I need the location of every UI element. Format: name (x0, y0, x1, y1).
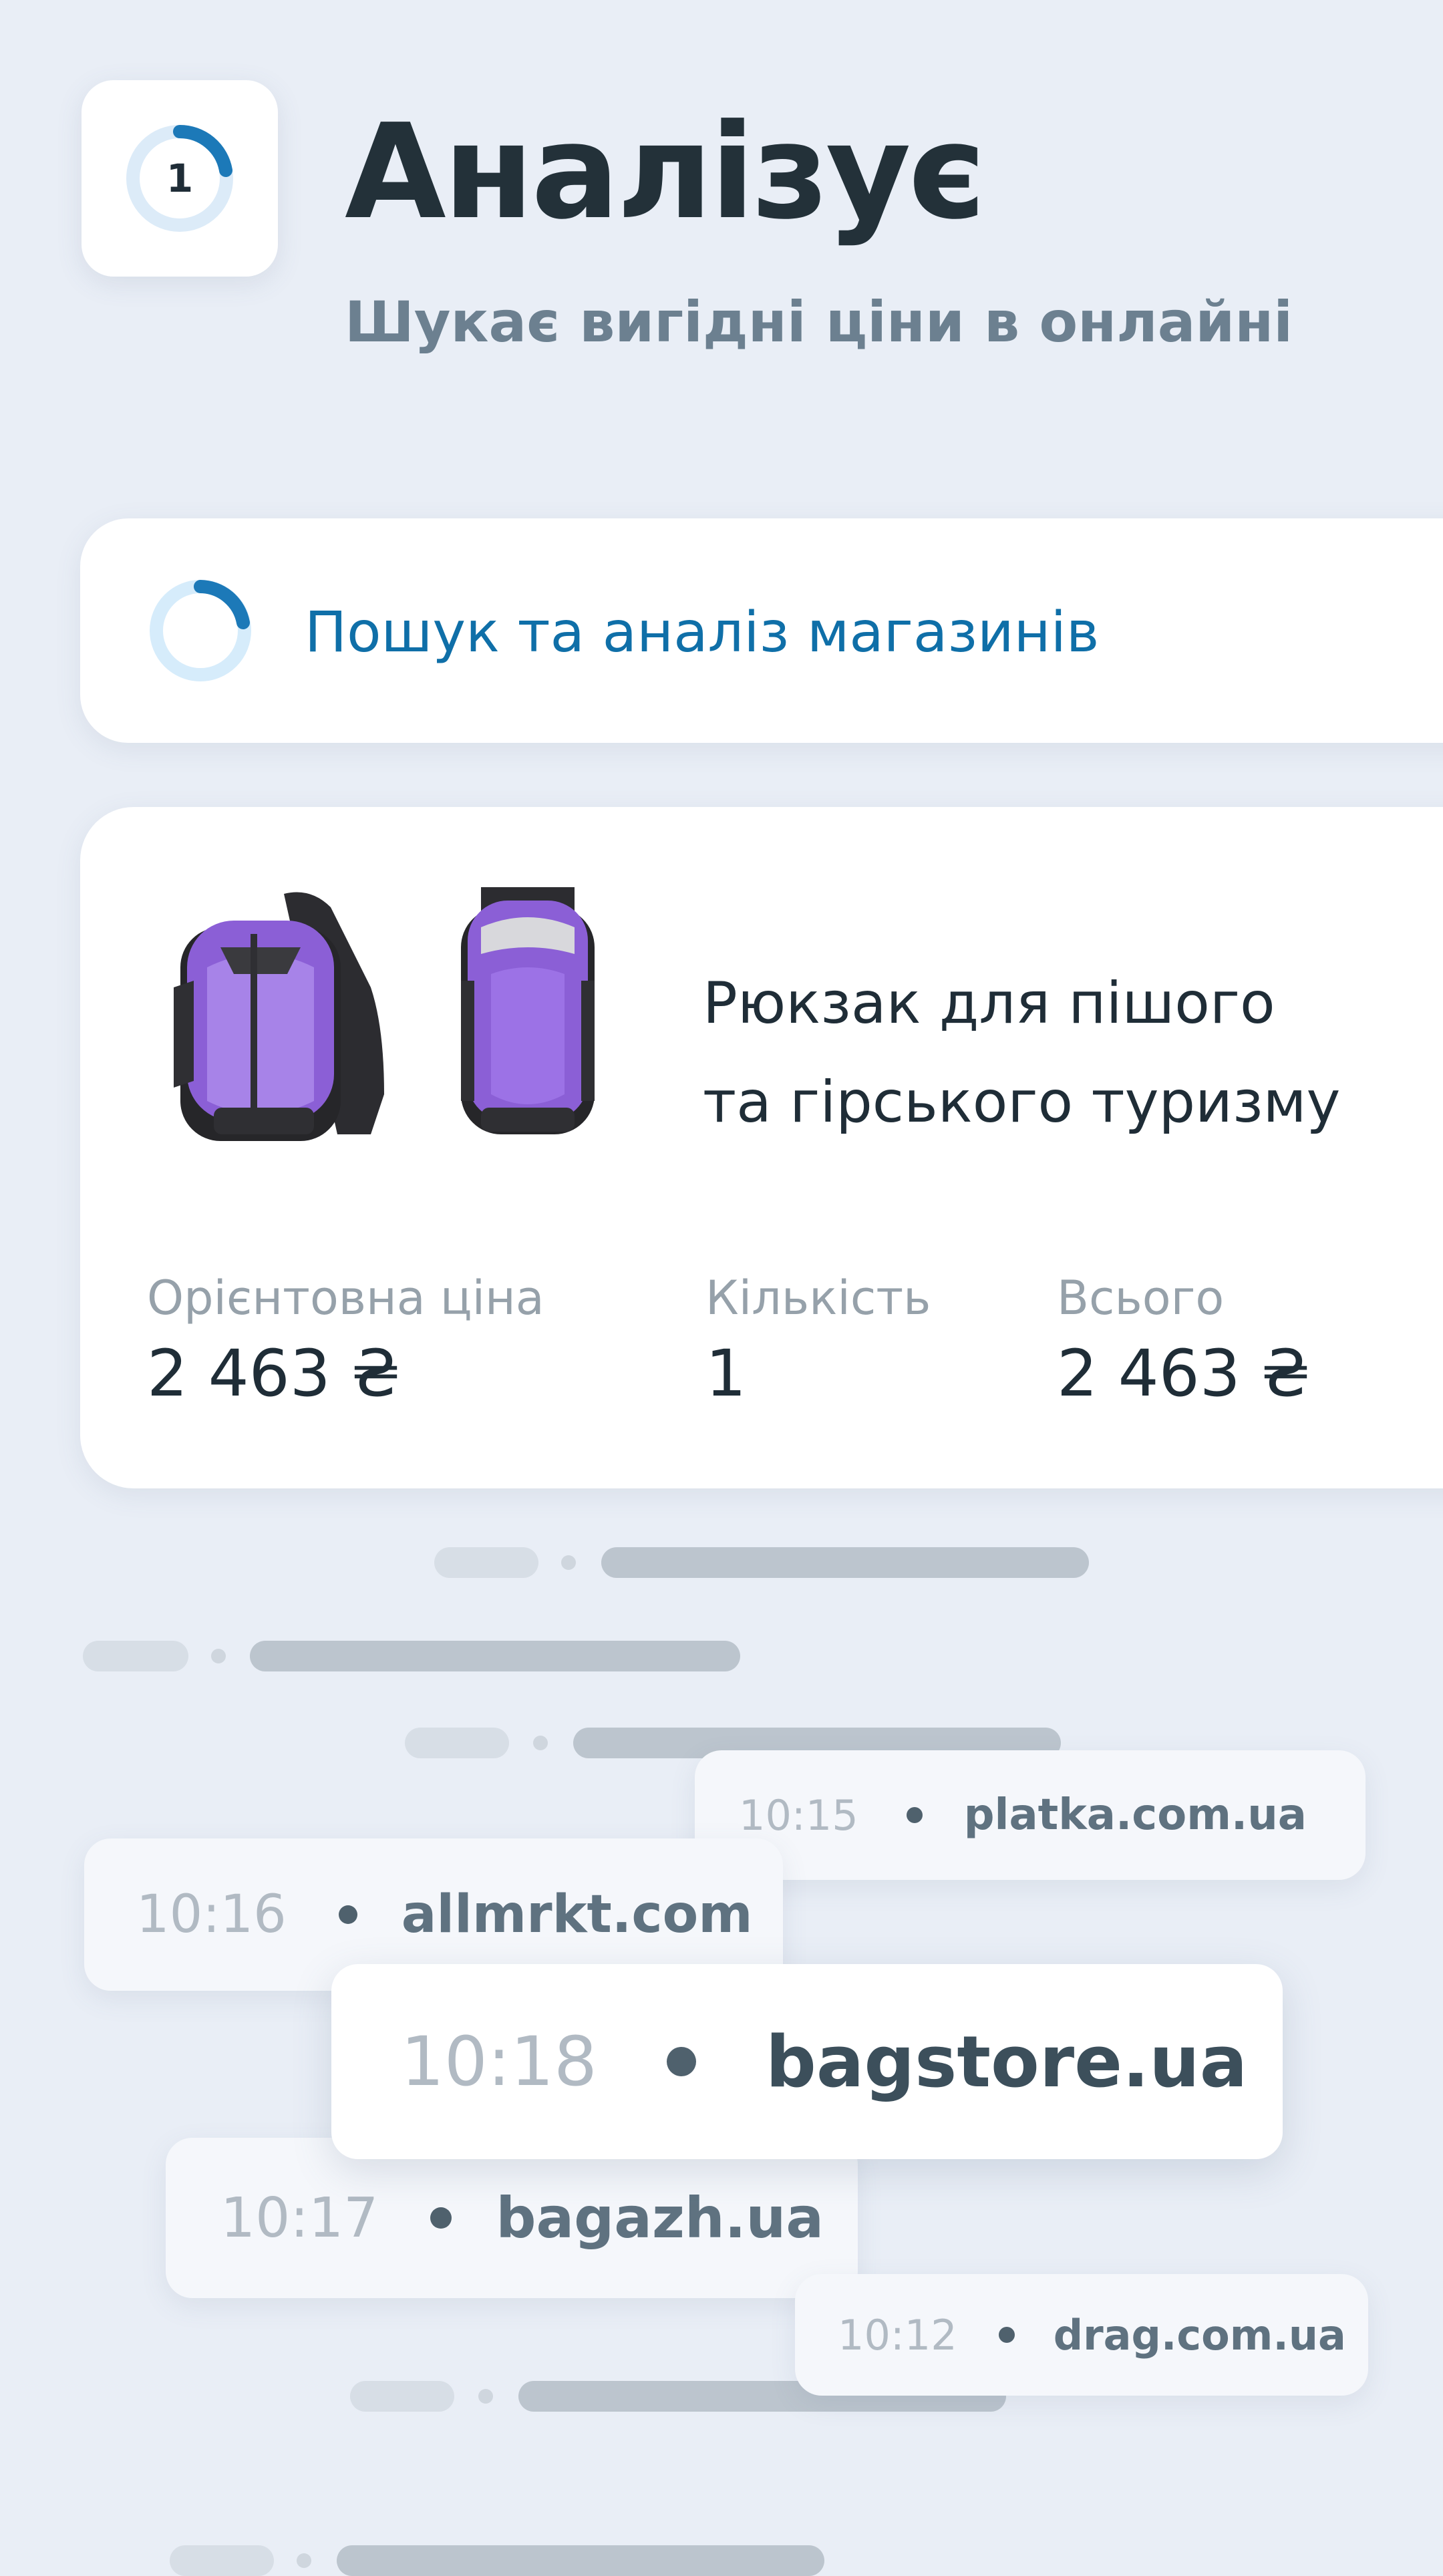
step-badge: 1 (82, 80, 278, 277)
price-label: Орієнтовна ціна (147, 1271, 544, 1325)
page-title: Аналізує (345, 96, 986, 249)
product-card: Рюкзак для пішого та гірського туризму О… (80, 807, 1443, 1488)
placeholder-bar (170, 2545, 274, 2576)
log-entry: 10:12 drag.com.ua (795, 2274, 1368, 2396)
placeholder-dot (297, 2553, 311, 2568)
product-name: Рюкзак для пішого та гірського туризму (703, 954, 1371, 1152)
placeholder-dot (533, 1736, 548, 1750)
placeholder-dot (561, 1555, 576, 1570)
quantity-value: 1 (705, 1336, 747, 1411)
bullet-icon (338, 1905, 357, 1924)
bullet-icon (998, 2327, 1015, 2343)
log-site: platka.com.ua (963, 1790, 1307, 1840)
log-site: drag.com.ua (1053, 2310, 1346, 2360)
loading-spinner-icon (150, 580, 251, 681)
log-entry-active: 10:18 bagstore.ua (331, 1964, 1283, 2159)
bullet-icon (906, 1807, 923, 1823)
backpack-image (174, 887, 595, 1141)
product-name-line1: Рюкзак для пішого (703, 970, 1275, 1037)
page-subtitle: Шукає вигідні ціни в онлайні (345, 289, 1293, 355)
product-name-line2: та гірського туризму (703, 1069, 1341, 1136)
status-card: Пошук та аналіз магазинів (80, 518, 1443, 743)
placeholder-bar (350, 2381, 454, 2412)
step-number: 1 (166, 156, 193, 201)
log-time: 10:12 (838, 2310, 957, 2360)
placeholder-bar (83, 1641, 188, 1671)
log-site: bagazh.ua (496, 2185, 824, 2251)
placeholder-bar (405, 1728, 509, 1758)
bullet-icon (430, 2207, 452, 2229)
log-site: allmrkt.com (401, 1885, 753, 1945)
placeholder-dot (478, 2389, 493, 2404)
quantity-label: Кількість (705, 1271, 931, 1325)
log-time: 10:15 (739, 1790, 858, 1840)
total-value: 2 463 ₴ (1057, 1336, 1311, 1411)
bullet-icon (666, 2047, 696, 2076)
total-label: Всього (1057, 1271, 1225, 1325)
log-entry: 10:15 platka.com.ua (695, 1750, 1366, 1880)
placeholder-bar (434, 1547, 538, 1578)
progress-ring-icon: 1 (126, 125, 233, 232)
placeholder-bar (337, 2545, 824, 2576)
log-entry: 10:17 bagazh.ua (166, 2138, 858, 2298)
log-time: 10:16 (136, 1885, 287, 1945)
placeholder-bar (601, 1547, 1089, 1578)
log-site: bagstore.ua (765, 2020, 1248, 2103)
placeholder-dot (211, 1649, 226, 1663)
status-text: Пошук та аналіз магазинів (305, 599, 1100, 665)
log-time: 10:18 (401, 2022, 597, 2102)
log-time: 10:17 (220, 2186, 379, 2250)
price-value: 2 463 ₴ (147, 1336, 401, 1411)
placeholder-bar (250, 1641, 740, 1671)
